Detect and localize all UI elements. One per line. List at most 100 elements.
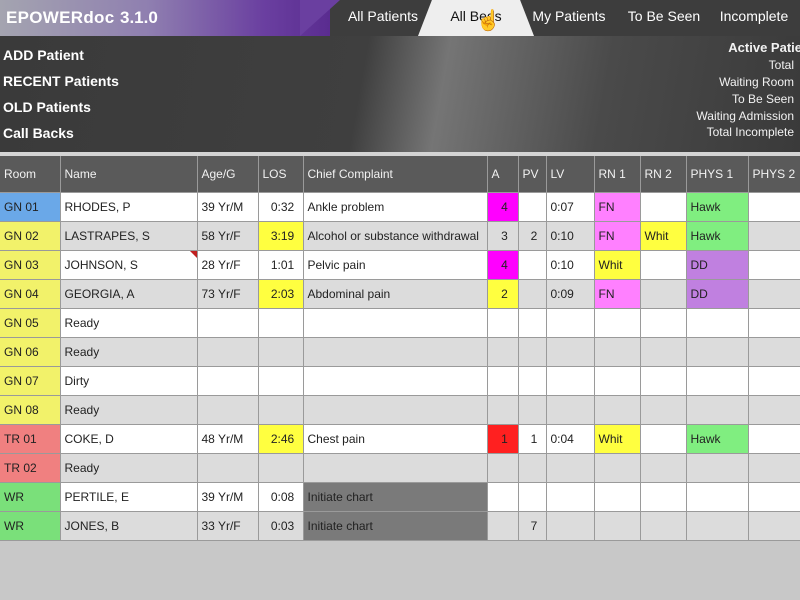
acuity-cell[interactable]: [487, 511, 519, 541]
table-row[interactable]: TR 01 COKE, D 48 Yr/M 2:46 Chest pain 1 …: [0, 424, 800, 454]
tab-my-patients[interactable]: My Patients: [528, 0, 610, 36]
phys2-cell[interactable]: [748, 366, 800, 396]
table-row[interactable]: GN 08 Ready: [0, 395, 800, 425]
patient-name-cell[interactable]: JONES, B: [60, 511, 198, 541]
phys1-cell[interactable]: DD: [686, 279, 749, 309]
phys2-cell[interactable]: [748, 511, 800, 541]
initiate-chart-cell[interactable]: Initiate chart: [303, 511, 488, 541]
room-cell[interactable]: GN 03: [0, 250, 61, 280]
col-header-pv[interactable]: PV: [518, 156, 547, 193]
rn2-cell[interactable]: [640, 366, 687, 396]
add-patient-link[interactable]: ADD Patient: [3, 47, 84, 63]
call-backs-link[interactable]: Call Backs: [3, 125, 74, 141]
rn2-cell[interactable]: [640, 424, 687, 454]
table-row[interactable]: GN 02 LASTRAPES, S 58 Yr/F 3:19 Alcohol …: [0, 221, 800, 251]
patient-name-cell[interactable]: PERTILE, E: [60, 482, 198, 512]
rn1-cell[interactable]: [594, 395, 641, 425]
phys2-cell[interactable]: [748, 395, 800, 425]
phys2-cell[interactable]: [748, 250, 800, 280]
acuity-cell[interactable]: [487, 366, 519, 396]
phys2-cell[interactable]: [748, 482, 800, 512]
rn2-cell[interactable]: Whit: [640, 221, 687, 251]
patient-name-cell[interactable]: GEORGIA, A: [60, 279, 198, 309]
acuity-cell[interactable]: 4: [487, 192, 519, 222]
rn2-cell[interactable]: [640, 453, 687, 483]
table-row[interactable]: WR JONES, B 33 Yr/F 0:03 Initiate chart …: [0, 511, 800, 541]
room-cell[interactable]: WR: [0, 482, 61, 512]
phys1-cell[interactable]: [686, 395, 749, 425]
rn2-cell[interactable]: [640, 395, 687, 425]
rn1-cell[interactable]: [594, 482, 641, 512]
acuity-cell[interactable]: 4: [487, 250, 519, 280]
patient-name-cell[interactable]: LASTRAPES, S: [60, 221, 198, 251]
acuity-cell[interactable]: [487, 482, 519, 512]
patient-name-cell[interactable]: RHODES, P: [60, 192, 198, 222]
tab-to-be-seen[interactable]: To Be Seen: [624, 0, 704, 36]
rn2-cell[interactable]: [640, 511, 687, 541]
phys1-cell[interactable]: Hawk: [686, 424, 749, 454]
room-cell[interactable]: GN 05: [0, 308, 61, 338]
rn1-cell[interactable]: [594, 308, 641, 338]
complaint-cell[interactable]: [303, 308, 488, 338]
table-row[interactable]: GN 05 Ready: [0, 308, 800, 338]
rn2-cell[interactable]: [640, 337, 687, 367]
col-header-phys2[interactable]: PHYS 2: [748, 156, 800, 193]
complaint-cell[interactable]: Pelvic pain: [303, 250, 488, 280]
patient-name-cell[interactable]: JOHNSON, S: [60, 250, 198, 280]
phys2-cell[interactable]: [748, 453, 800, 483]
room-cell[interactable]: WR: [0, 511, 61, 541]
table-row[interactable]: TR 02 Ready: [0, 453, 800, 483]
phys2-cell[interactable]: [748, 279, 800, 309]
table-row[interactable]: GN 04 GEORGIA, A 73 Yr/F 2:03 Abdominal …: [0, 279, 800, 309]
room-cell[interactable]: GN 04: [0, 279, 61, 309]
tab-incomplete[interactable]: Incomplete: [714, 0, 794, 36]
phys2-cell[interactable]: [748, 308, 800, 338]
old-patients-link[interactable]: OLD Patients: [3, 99, 91, 115]
col-header-room[interactable]: Room: [0, 156, 61, 193]
room-cell[interactable]: GN 08: [0, 395, 61, 425]
patient-name-cell[interactable]: COKE, D: [60, 424, 198, 454]
phys1-cell[interactable]: Hawk: [686, 221, 749, 251]
phys1-cell[interactable]: [686, 366, 749, 396]
table-row[interactable]: GN 01 RHODES, P 39 Yr/M 0:32 Ankle probl…: [0, 192, 800, 222]
complaint-cell[interactable]: [303, 337, 488, 367]
col-header-lv[interactable]: LV: [546, 156, 595, 193]
phys1-cell[interactable]: [686, 453, 749, 483]
complaint-cell[interactable]: [303, 453, 488, 483]
recent-patients-link[interactable]: RECENT Patients: [3, 73, 119, 89]
phys2-cell[interactable]: [748, 424, 800, 454]
phys1-cell[interactable]: [686, 337, 749, 367]
rn2-cell[interactable]: [640, 250, 687, 280]
room-cell[interactable]: GN 06: [0, 337, 61, 367]
table-row[interactable]: WR PERTILE, E 39 Yr/M 0:08 Initiate char…: [0, 482, 800, 512]
complaint-cell[interactable]: [303, 366, 488, 396]
acuity-cell[interactable]: 3: [487, 221, 519, 251]
room-cell[interactable]: GN 01: [0, 192, 61, 222]
rn1-cell[interactable]: FN: [594, 192, 641, 222]
room-cell[interactable]: TR 01: [0, 424, 61, 454]
complaint-cell[interactable]: Chest pain: [303, 424, 488, 454]
acuity-cell[interactable]: [487, 337, 519, 367]
complaint-cell[interactable]: Alcohol or substance withdrawal: [303, 221, 488, 251]
rn1-cell[interactable]: [594, 366, 641, 396]
phys2-cell[interactable]: [748, 221, 800, 251]
complaint-cell[interactable]: Ankle problem: [303, 192, 488, 222]
col-header-rn2[interactable]: RN 2: [640, 156, 687, 193]
phys2-cell[interactable]: [748, 337, 800, 367]
acuity-cell[interactable]: 2: [487, 279, 519, 309]
rn1-cell[interactable]: [594, 511, 641, 541]
bed-status-cell[interactable]: Ready: [60, 308, 198, 338]
table-row[interactable]: GN 07 Dirty: [0, 366, 800, 396]
rn1-cell[interactable]: Whit: [594, 424, 641, 454]
phys1-cell[interactable]: [686, 482, 749, 512]
rn2-cell[interactable]: [640, 308, 687, 338]
bed-status-cell[interactable]: Ready: [60, 337, 198, 367]
initiate-chart-cell[interactable]: Initiate chart: [303, 482, 488, 512]
col-header-rn1[interactable]: RN 1: [594, 156, 641, 193]
col-header-acuity[interactable]: A: [487, 156, 519, 193]
room-cell[interactable]: GN 02: [0, 221, 61, 251]
complaint-cell[interactable]: [303, 395, 488, 425]
rn2-cell[interactable]: [640, 192, 687, 222]
col-header-name[interactable]: Name: [60, 156, 198, 193]
acuity-cell[interactable]: [487, 395, 519, 425]
